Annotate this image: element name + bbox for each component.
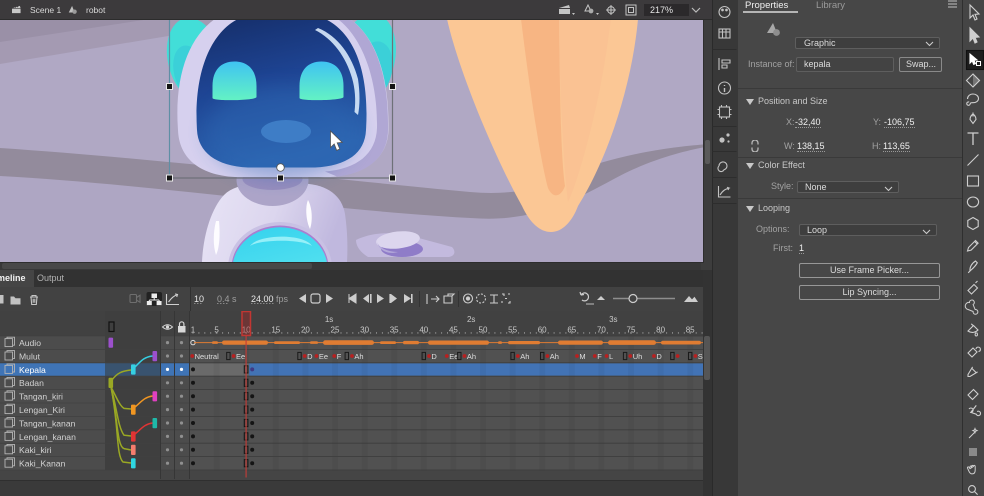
svg-text:L: L bbox=[609, 352, 613, 361]
svg-text:Lengan_Kiri: Lengan_Kiri bbox=[19, 405, 65, 415]
svg-text:Audio: Audio bbox=[19, 338, 41, 348]
svg-text:1s: 1s bbox=[325, 315, 333, 324]
svg-text:F: F bbox=[337, 352, 342, 361]
svg-text:M: M bbox=[579, 352, 585, 361]
svg-text:Ah: Ah bbox=[467, 352, 476, 361]
svg-text:Ee: Ee bbox=[236, 352, 245, 361]
svg-text:D: D bbox=[656, 352, 662, 361]
svg-text:24.00: 24.00 bbox=[251, 294, 274, 304]
svg-text:Ah: Ah bbox=[520, 352, 529, 361]
svg-text:3s: 3s bbox=[609, 315, 617, 324]
svg-text:Kepala: Kepala bbox=[19, 365, 46, 375]
svg-text:10: 10 bbox=[194, 294, 204, 304]
svg-text:0.4 s: 0.4 s bbox=[217, 294, 237, 304]
svg-text:Lengan_kanan: Lengan_kanan bbox=[19, 432, 76, 442]
svg-text:S: S bbox=[698, 352, 703, 361]
svg-text:Neutral: Neutral bbox=[195, 352, 220, 361]
svg-text:Kaki_kiri: Kaki_kiri bbox=[19, 445, 52, 455]
svg-text:fps: fps bbox=[276, 294, 289, 304]
svg-text:Tangan_kanan: Tangan_kanan bbox=[19, 418, 76, 428]
svg-text:F: F bbox=[597, 352, 602, 361]
svg-text:D: D bbox=[431, 352, 437, 361]
svg-text:Ee: Ee bbox=[319, 352, 328, 361]
svg-text:Ah: Ah bbox=[354, 352, 363, 361]
svg-text:Mulut: Mulut bbox=[19, 351, 41, 361]
svg-text:Badan: Badan bbox=[19, 378, 44, 388]
svg-text:Ee: Ee bbox=[449, 352, 458, 361]
svg-text:D: D bbox=[307, 352, 313, 361]
svg-text:Uh: Uh bbox=[633, 352, 643, 361]
svg-text:Ah: Ah bbox=[550, 352, 559, 361]
svg-text:Kaki_Kanan: Kaki_Kanan bbox=[19, 459, 66, 469]
svg-text:Tangan_kiri: Tangan_kiri bbox=[19, 392, 63, 402]
svg-text:2s: 2s bbox=[467, 315, 475, 324]
